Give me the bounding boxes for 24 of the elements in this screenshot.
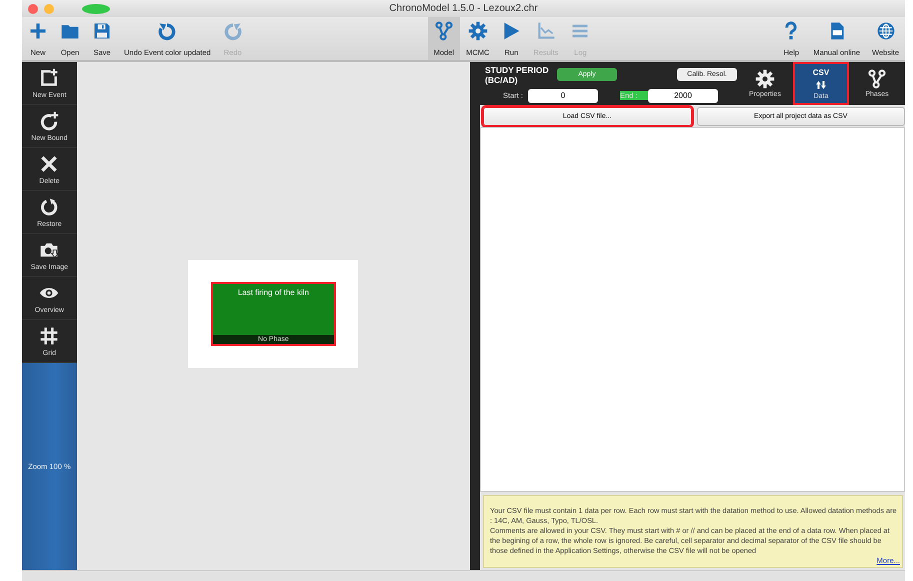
minimize-button[interactable]: [44, 4, 54, 14]
gear-icon: [468, 21, 488, 41]
cross-icon: [39, 154, 60, 174]
nodes-icon: [867, 69, 887, 89]
restore-icon: [39, 196, 60, 216]
close-button[interactable]: [28, 4, 38, 14]
add-circle-icon: [39, 110, 60, 130]
zoom-button[interactable]: [82, 4, 110, 14]
plus-icon: [28, 21, 48, 41]
add-box-icon: [39, 68, 60, 88]
undo-icon: [157, 21, 178, 41]
csv-label: CSV: [812, 68, 830, 76]
arrows-icon: [815, 78, 827, 90]
redo-icon: [222, 21, 243, 41]
window-title: ChronoModel 1.5.0 - Lezoux2.chr: [389, 3, 538, 14]
start-field[interactable]: 0: [528, 88, 598, 102]
save-icon: [92, 21, 112, 41]
end-field[interactable]: 2000: [648, 88, 718, 102]
grid-icon: [39, 326, 60, 346]
event-title: Last firing of the kiln: [236, 286, 310, 296]
nodes-icon: [434, 21, 454, 41]
study-period-title: STUDY PERIOD (BC/AD): [485, 64, 550, 84]
globe-icon: [876, 21, 896, 41]
chart-icon: [536, 21, 556, 41]
